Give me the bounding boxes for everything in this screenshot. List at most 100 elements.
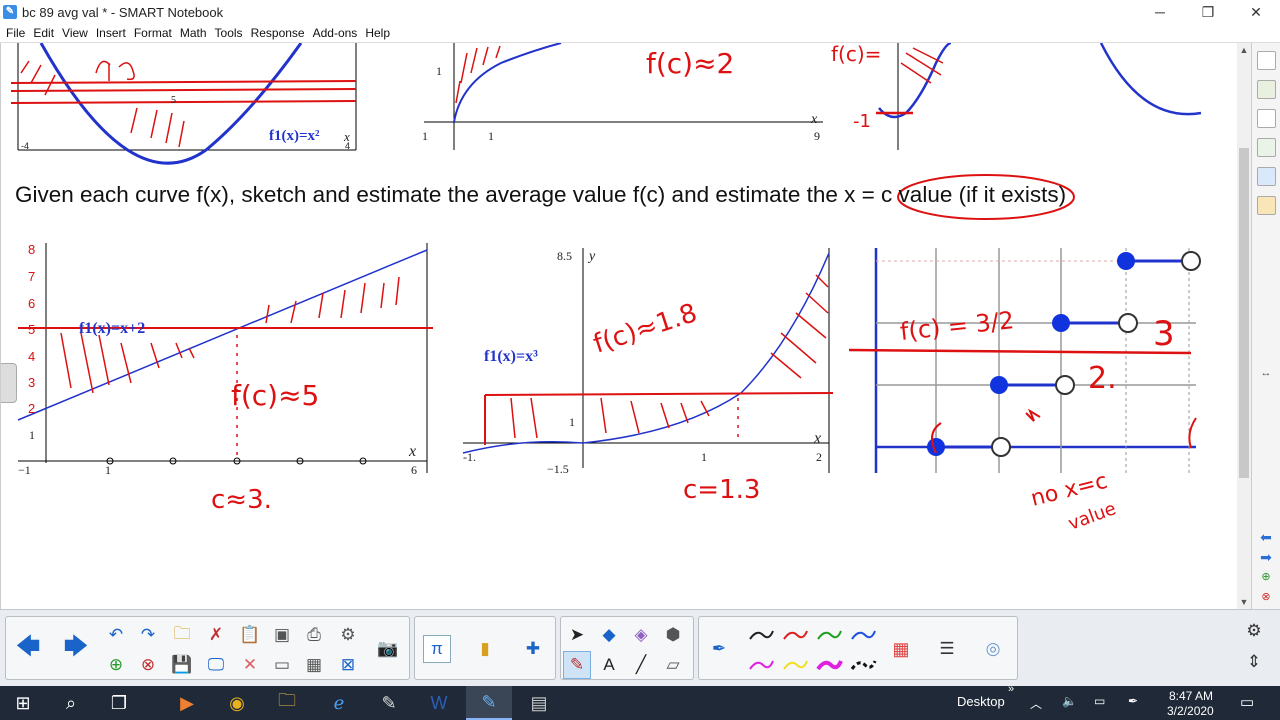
response-tab-icon[interactable] <box>1257 196 1276 215</box>
eraser-alt-icon[interactable]: ▱ <box>659 651 687 679</box>
addons-tab-icon[interactable] <box>1257 167 1276 186</box>
shapes-icon[interactable]: ◆ <box>595 621 623 649</box>
table-icon[interactable]: ▦ <box>300 651 328 679</box>
pen-tool-icon[interactable]: ✒ <box>705 635 733 663</box>
menu-help[interactable]: Help <box>361 26 394 40</box>
pi-icon[interactable]: π <box>423 635 451 663</box>
document-camera-icon[interactable]: 📷 <box>374 635 402 663</box>
eraser-icon[interactable]: ◈ <box>627 621 655 649</box>
network-icon[interactable]: ▭ <box>1094 694 1105 708</box>
next-page-icon[interactable]: ➡ <box>1256 549 1276 565</box>
back-arrow-icon[interactable]: 🡄 <box>14 633 42 663</box>
scroll-down-icon[interactable]: ▼ <box>1237 595 1251 609</box>
menu-file[interactable]: File <box>2 26 29 40</box>
delete-icon[interactable]: ✕ <box>236 651 264 679</box>
previous-page-icon[interactable]: ⬅ <box>1256 529 1276 545</box>
windows-start-icon[interactable]: ⊞ <box>0 686 46 720</box>
menu-edit[interactable]: Edit <box>29 26 58 40</box>
minimize-button[interactable]: ─ <box>1136 0 1184 24</box>
line-style-icon[interactable]: ☰ <box>933 635 961 663</box>
internet-explorer-icon[interactable]: ℯ <box>316 686 362 720</box>
settings-icon[interactable]: ⚙ <box>1240 617 1268 645</box>
media-player-icon[interactable]: ▶ <box>164 686 210 720</box>
properties-tab-icon[interactable] <box>1257 138 1276 157</box>
properties-icon[interactable]: ⚙ <box>334 621 362 649</box>
pen-color-yellow-icon[interactable] <box>781 651 809 679</box>
delete-page-icon[interactable]: ⊗ <box>134 651 162 679</box>
display-icon[interactable]: 🖵 <box>202 651 230 679</box>
pen-color-magenta-icon[interactable] <box>747 651 775 679</box>
pen-color-magenta-thick-icon[interactable] <box>815 651 843 679</box>
graph3-annotation-fc: f(c) = 3/2 <box>899 306 1016 346</box>
clock-time[interactable]: 8:47 AM <box>1169 689 1213 703</box>
menu-tools[interactable]: Tools <box>211 26 247 40</box>
paint-app-icon[interactable]: ✎ <box>366 686 412 720</box>
redo-icon[interactable]: ↷ <box>134 621 162 649</box>
scroll-up-icon[interactable]: ▲ <box>1237 43 1251 57</box>
clear-ink-icon[interactable]: ✗ <box>202 621 230 649</box>
undo-icon[interactable]: ↶ <box>102 621 130 649</box>
addon-icon[interactable]: ✚ <box>519 635 547 663</box>
screenshot-icon[interactable]: ▣ <box>268 621 296 649</box>
menu-format[interactable]: Format <box>130 26 176 40</box>
response-icon[interactable]: ▮ <box>471 635 499 663</box>
graph2-axis-x: x <box>813 430 821 447</box>
move-toolbar-icon[interactable]: ⇕ <box>1240 648 1268 676</box>
chrome-icon[interactable]: ◉ <box>214 686 260 720</box>
menu-math[interactable]: Math <box>176 26 211 40</box>
top-left-tick-5: 5 <box>171 95 176 106</box>
desktop-expand-icon[interactable]: » <box>1008 683 1014 695</box>
fill-icon[interactable]: ⬢ <box>659 621 687 649</box>
attachments-tab-icon[interactable] <box>1257 109 1276 128</box>
menu-addons[interactable]: Add-ons <box>309 26 362 40</box>
add-page-side-icon[interactable]: ⊕ <box>1256 569 1276 585</box>
volume-icon[interactable]: 🔈 <box>1062 694 1077 708</box>
pen-color-dashed-icon[interactable] <box>849 651 877 679</box>
smart-notebook-taskbar-icon[interactable]: ✎ <box>466 686 512 720</box>
color-palette-icon[interactable]: ▦ <box>887 635 915 663</box>
forward-arrow-icon[interactable]: 🡆 <box>62 633 90 663</box>
notifications-icon[interactable]: ▭ <box>1240 693 1254 711</box>
add-page-icon[interactable]: ⊕ <box>102 651 130 679</box>
text-icon[interactable]: A <box>595 651 623 679</box>
pen-color-black-icon[interactable] <box>747 621 775 649</box>
file-explorer-icon[interactable]: 🗀 <box>264 686 310 720</box>
delete-page-side-icon[interactable]: ⊗ <box>1256 589 1276 605</box>
page-sorter-handle[interactable] <box>1 363 17 403</box>
search-icon[interactable]: ⌕ <box>48 686 94 720</box>
top-middle-tick-left1: 1 <box>422 129 428 143</box>
notebook-page-canvas[interactable]: 5 f1(x)=x² x -4 4 1 1 1 9 x f(c)≈2 f(c)=… <box>0 43 1237 609</box>
maximize-button[interactable]: ❐ <box>1184 0 1232 24</box>
tray-chevron-icon[interactable]: ︿ <box>1030 695 1042 712</box>
menu-response[interactable]: Response <box>247 26 309 40</box>
task-view-icon[interactable]: ❐ <box>96 686 142 720</box>
page-sorter-tab-icon[interactable] <box>1257 51 1276 70</box>
vertical-scrollbar[interactable]: ▲ ▼ <box>1237 43 1251 609</box>
paste-icon[interactable]: 📋 <box>236 621 264 649</box>
pen-color-green-icon[interactable] <box>815 621 843 649</box>
screen-shade-icon[interactable]: ▭ <box>268 651 296 679</box>
pen-workspace-icon[interactable]: ✒ <box>1128 694 1138 708</box>
smart-tools-icon[interactable]: ▤ <box>516 686 562 720</box>
word-icon[interactable]: W <box>416 686 462 720</box>
menu-view[interactable]: View <box>58 26 92 40</box>
graph2-axis-y: y <box>587 249 596 264</box>
print-icon[interactable]: ⎙ <box>300 621 328 649</box>
magic-pen-icon[interactable]: ◎ <box>979 635 1007 663</box>
save-icon[interactable]: 💾 <box>168 651 196 679</box>
close-button[interactable]: ✕ <box>1232 0 1280 24</box>
desktop-toolbar-label[interactable]: Desktop <box>957 694 1005 709</box>
scroll-thumb[interactable] <box>1239 148 1249 478</box>
close-box-icon[interactable]: ⊠ <box>334 651 362 679</box>
line-icon[interactable]: ╱ <box>627 651 655 679</box>
pen-color-blue-icon[interactable] <box>849 621 877 649</box>
clock-date[interactable]: 3/2/2020 <box>1167 704 1214 718</box>
menu-insert[interactable]: Insert <box>92 26 130 40</box>
gallery-tab-icon[interactable] <box>1257 80 1276 99</box>
pens-icon[interactable]: ✎ <box>563 651 591 679</box>
select-arrow-icon[interactable]: ➤ <box>563 621 591 649</box>
open-folder-icon[interactable]: 🗀 <box>168 621 196 649</box>
pen-color-red-icon[interactable] <box>781 621 809 649</box>
graph1-ytick-5: 5 <box>28 322 35 337</box>
resize-tabs-icon[interactable]: ↔ <box>1256 365 1276 381</box>
